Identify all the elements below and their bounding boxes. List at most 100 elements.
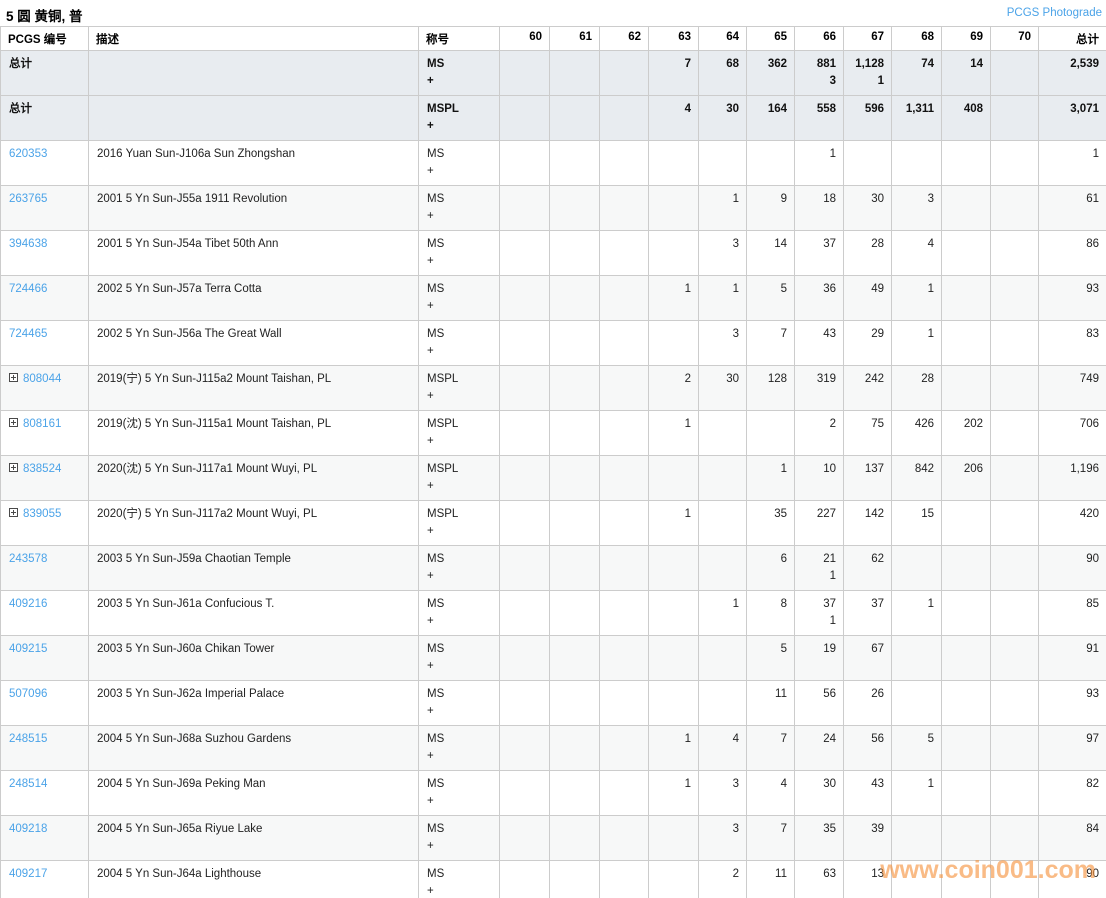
grade-value: 426 (900, 416, 934, 433)
designation-cell: MS+ (419, 681, 500, 726)
grade-cell-67: 13 (844, 861, 892, 898)
topbar: 5 圆 黄铜, 普 PCGS Photograde (0, 0, 1106, 26)
grade-cell-65: 128 (747, 366, 795, 411)
pcgs-number-link[interactable]: 409218 (9, 823, 47, 835)
coin-description: 2003 5 Yn Sun-J61a Confucious T. (89, 591, 419, 636)
grade-cell-69 (942, 771, 991, 816)
grade-cell-64: 3 (699, 231, 747, 276)
grade-value: 39 (852, 821, 884, 838)
grade-cell-61 (550, 726, 600, 771)
column-header-pcgs-number: PCGS 编号 (1, 27, 89, 51)
grade-cell-66: 63 (795, 861, 844, 898)
grade-value: 319 (803, 371, 836, 388)
grade-cell-70 (991, 96, 1039, 141)
designation-plus: + (427, 388, 492, 405)
coin-description: 2003 5 Yn Sun-J62a Imperial Palace (89, 681, 419, 726)
column-header-68: 68 (892, 27, 942, 51)
grade-value: 19 (803, 641, 836, 658)
grade-cell-68: 842 (892, 456, 942, 501)
grade-value: 28 (900, 371, 934, 388)
grade-cell-67: 1,1281 (844, 51, 892, 96)
designation-cell: MS+ (419, 816, 500, 861)
grade-cell-66: 10 (795, 456, 844, 501)
grade-cell-67: 30 (844, 186, 892, 231)
coin-description: 2002 5 Yn Sun-J57a Terra Cotta (89, 276, 419, 321)
grade-value: 56 (803, 686, 836, 703)
pcgs-number-link[interactable]: 248515 (9, 733, 47, 745)
expand-plus-icon[interactable] (9, 418, 18, 427)
expand-plus-icon[interactable] (9, 373, 18, 382)
grade-value: 13 (852, 866, 884, 883)
designation-main: MS (427, 686, 492, 703)
grade-value: 1 (900, 776, 934, 793)
designation-cell: MS+ (419, 771, 500, 816)
table-row: 8385242020(沈) 5 Yn Sun-J117a1 Mount Wuyi… (1, 456, 1106, 501)
grade-cell-67: 137 (844, 456, 892, 501)
grade-value: 11 (755, 686, 787, 703)
grade-cell-70 (991, 456, 1039, 501)
grade-cell-65: 1 (747, 456, 795, 501)
grade-cell-64: 4 (699, 726, 747, 771)
grade-cell-64 (699, 411, 747, 456)
grade-cell-67: 142 (844, 501, 892, 546)
pcgs-number-link[interactable]: 409215 (9, 643, 47, 655)
pcgs-number-link[interactable]: 263765 (9, 193, 47, 205)
designation-cell: MS+ (419, 636, 500, 681)
grade-value: 28 (852, 236, 884, 253)
grade-cell-62 (600, 726, 649, 771)
pcgs-number-cell: 263765 (1, 186, 89, 231)
pcgs-number-link[interactable]: 839055 (23, 508, 61, 520)
grade-cell-65: 35 (747, 501, 795, 546)
pcgs-number-link[interactable]: 394638 (9, 238, 47, 250)
pcgs-number-link[interactable]: 409216 (9, 598, 47, 610)
grade-cell-64: 2 (699, 861, 747, 898)
pcgs-number-link[interactable]: 838524 (23, 463, 61, 475)
expand-plus-icon[interactable] (9, 463, 18, 472)
pcgs-photograde-link[interactable]: PCGS Photograde (1007, 7, 1102, 19)
grade-value: 30 (803, 776, 836, 793)
grade-value: 3 (707, 236, 739, 253)
grade-cell-68 (892, 816, 942, 861)
grade-value: 10 (803, 461, 836, 478)
pcgs-number-link[interactable]: 409217 (9, 868, 47, 880)
grade-cell-64: 1 (699, 276, 747, 321)
grade-cell-61 (550, 366, 600, 411)
grade-cell-61 (550, 231, 600, 276)
grade-cell-69: 202 (942, 411, 991, 456)
grade-cell-60 (500, 51, 550, 96)
grade-cell-62 (600, 546, 649, 591)
grade-cell-69 (942, 276, 991, 321)
table-row: 2637652001 5 Yn Sun-J55a 1911 Revolution… (1, 186, 1106, 231)
pcgs-number-link[interactable]: 620353 (9, 148, 47, 160)
grade-cell-60 (500, 96, 550, 141)
grade-cell-69 (942, 861, 991, 898)
pcgs-number-cell: 248515 (1, 726, 89, 771)
grade-cell-61 (550, 276, 600, 321)
grade-value: 63 (803, 866, 836, 883)
grade-value: 1 (657, 506, 691, 523)
grade-cell-68: 1 (892, 771, 942, 816)
designation-plus: + (427, 163, 492, 180)
pcgs-number-link[interactable]: 507096 (9, 688, 47, 700)
grade-cell-69 (942, 366, 991, 411)
grade-value: 67 (852, 641, 884, 658)
grade-cell-66: 35 (795, 816, 844, 861)
pcgs-number-link[interactable]: 248514 (9, 778, 47, 790)
grade-value: 4 (755, 776, 787, 793)
grade-cell-65 (747, 141, 795, 186)
pcgs-number-link[interactable]: 724465 (9, 328, 47, 340)
pcgs-number-link[interactable]: 724466 (9, 283, 47, 295)
pcgs-number-link[interactable]: 808044 (23, 373, 61, 385)
grade-value: 49 (852, 281, 884, 298)
grade-cell-70 (991, 141, 1039, 186)
row-total-cell: 706 (1039, 411, 1106, 456)
grade-cell-62 (600, 816, 649, 861)
designation-plus: + (427, 793, 492, 810)
grade-value: 362 (755, 56, 787, 73)
column-header-65: 65 (747, 27, 795, 51)
grade-cell-60 (500, 771, 550, 816)
pcgs-number-link[interactable]: 808161 (23, 418, 61, 430)
expand-plus-icon[interactable] (9, 508, 18, 517)
pcgs-number-link[interactable]: 243578 (9, 553, 47, 565)
row-total-cell: 90 (1039, 861, 1106, 898)
